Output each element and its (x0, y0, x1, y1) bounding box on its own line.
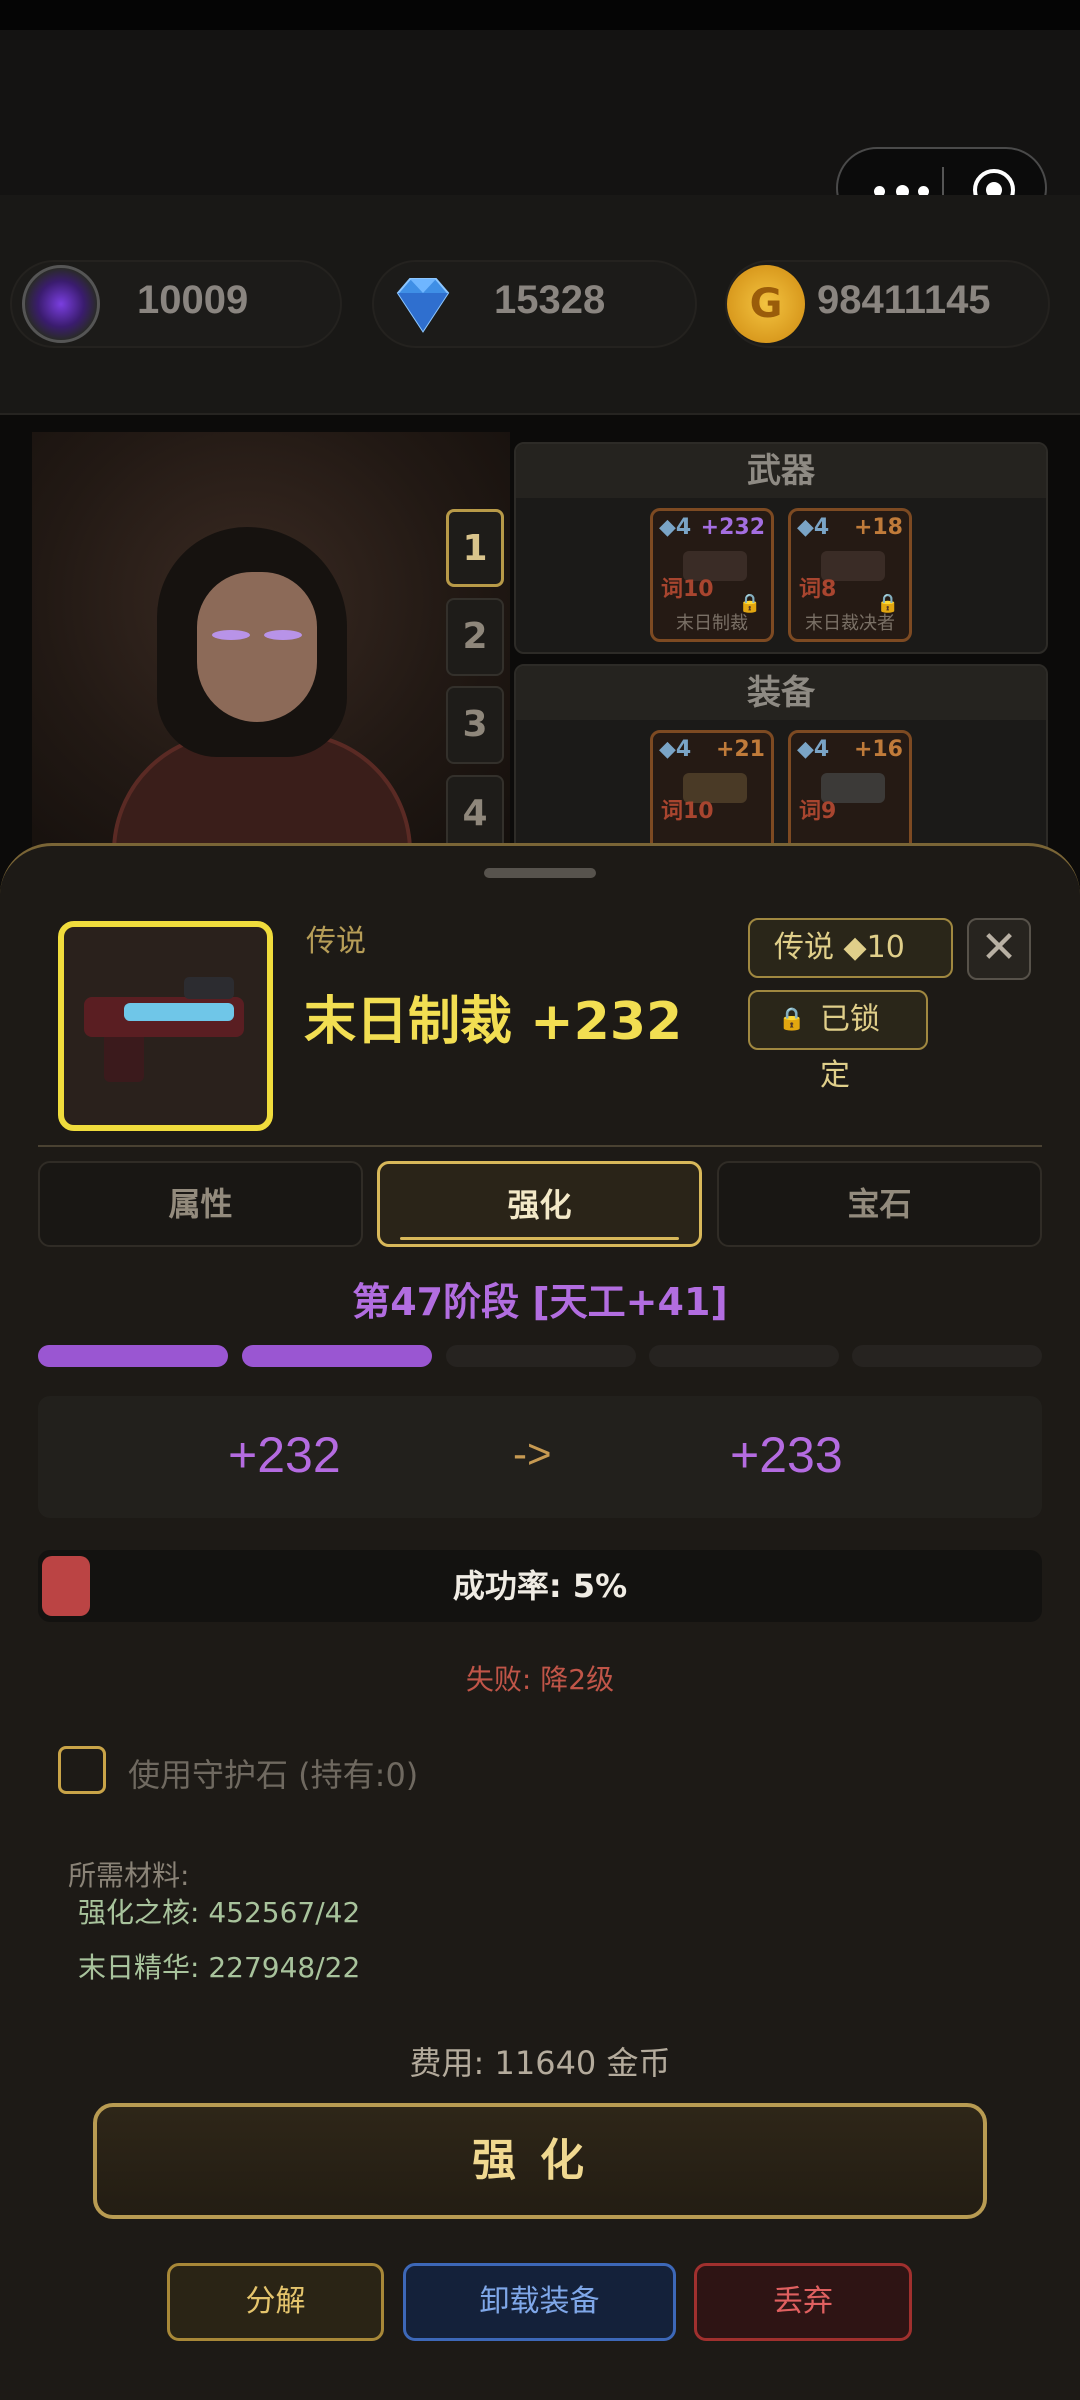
card-tier: ◆4 (659, 515, 692, 540)
character-eye-right (264, 630, 302, 640)
card-name: 末日裁决者 (805, 613, 895, 634)
item-rarity: 传说 (306, 924, 366, 959)
diamond-icon (384, 265, 462, 343)
materials-title: 所需材料: (68, 1859, 190, 1892)
gold-coin-icon: G (727, 265, 805, 343)
card-affix: 词8 (799, 577, 837, 602)
discard-button[interactable]: 丢弃 (694, 2263, 912, 2341)
currency-gold: G 98411145 (725, 260, 1050, 348)
next-level: +233 (730, 1427, 843, 1483)
card-affix: 词9 (799, 799, 837, 824)
card-tier: ◆4 (659, 737, 692, 762)
fail-penalty: 失败: 降2级 (465, 1663, 615, 1696)
diamond-count: 15328 (494, 278, 606, 322)
lock-icon: 🔒 (778, 1007, 806, 1032)
card-bonus: +16 (853, 737, 903, 762)
currency-diamond: 15328 (372, 260, 697, 348)
gun-barrel-glow (124, 1003, 234, 1021)
arrow: -> (513, 1430, 552, 1477)
header-divider (38, 1145, 1042, 1147)
lock-badge-label: 已锁定 (820, 1002, 880, 1093)
purple-orb-icon (22, 265, 100, 343)
character-eye-left (212, 630, 250, 640)
gun-grip (104, 1032, 144, 1082)
card-name: 末日制裁 (676, 613, 748, 634)
weapons-panel: 武器 ◆4 +232 词10 🔒 末日制裁 ◆4 +18 词8 🔒 末日裁决者 (514, 442, 1048, 654)
slot-3-button[interactable]: 3 (446, 686, 504, 764)
unequip-button[interactable]: 卸载装备 (403, 2263, 676, 2341)
character-face (197, 572, 317, 722)
guard-stone-label: 使用守护石 (持有:0) (128, 1756, 419, 1794)
card-tier: ◆4 (797, 737, 830, 762)
enhance-button[interactable]: 强化 (93, 2103, 987, 2219)
slot-1-button[interactable]: 1 (446, 509, 504, 587)
enhance-cost: 费用: 11640 金币 (409, 2044, 671, 2082)
tab-attributes[interactable]: 属性 (38, 1161, 363, 1247)
tab-enhance[interactable]: 强化 (377, 1161, 702, 1247)
item-name: 末日制裁 +232 (304, 992, 683, 1052)
card-bonus: +232 (700, 515, 765, 540)
currency-orb: 10009 (10, 260, 342, 348)
currency-bar: 10009 15328 G 98411145 (0, 195, 1080, 415)
lock-badge[interactable]: 🔒 已锁定 (748, 990, 928, 1093)
item-detail-sheet: 传说 末日制裁 +232 传说 ◆10 🔒 已锁定 ✕ 属性 强化 宝石 第47… (0, 843, 1080, 2400)
equipment-panel: 装备 ◆4 +21 词10 ◆4 +16 词9 (514, 664, 1048, 864)
gold-count: 98411145 (817, 278, 991, 322)
progress-segment (242, 1345, 432, 1367)
success-rate-label: 成功率: 5% (452, 1567, 628, 1605)
tab-gems[interactable]: 宝石 (717, 1161, 1042, 1247)
material-item: 末日精华: 227948/22 (78, 1951, 361, 1984)
equipment-panel-title: 装备 (516, 666, 1046, 720)
character-portrait (32, 432, 510, 852)
weapons-panel-title: 武器 (516, 444, 1046, 498)
slot-4-button[interactable]: 4 (446, 775, 504, 853)
weapon-card[interactable]: ◆4 +18 词8 🔒 末日裁决者 (788, 508, 912, 642)
card-affix: 词10 (661, 577, 714, 602)
enhance-stage: 第47阶段 [天工+41] (352, 1280, 728, 1324)
guard-stone-checkbox[interactable] (58, 1746, 106, 1794)
card-affix: 词10 (661, 799, 714, 824)
progress-segment (852, 1345, 1042, 1367)
rarity-badge: 传说 ◆10 (748, 918, 953, 978)
material-item: 强化之核: 452567/42 (78, 1896, 361, 1929)
status-bar (0, 0, 1080, 30)
decompose-button[interactable]: 分解 (167, 2263, 384, 2341)
close-button[interactable]: ✕ (967, 918, 1031, 980)
gun-scope (184, 977, 234, 999)
card-tier: ◆4 (797, 515, 830, 540)
weapon-card[interactable]: ◆4 +232 词10 🔒 末日制裁 (650, 508, 774, 642)
card-bonus: +18 (853, 515, 903, 540)
sheet-drag-handle[interactable] (484, 868, 596, 878)
card-bonus: +21 (715, 737, 765, 762)
slot-2-button[interactable]: 2 (446, 598, 504, 676)
current-level: +232 (228, 1427, 341, 1483)
progress-segment (38, 1345, 228, 1367)
progress-segment (649, 1345, 839, 1367)
progress-segment (446, 1345, 636, 1367)
orb-count: 10009 (137, 278, 249, 322)
item-icon-frame (58, 921, 273, 1131)
level-preview: +232 -> +233 (38, 1396, 1042, 1518)
success-rate-bar: 成功率: 5% (38, 1550, 1042, 1622)
